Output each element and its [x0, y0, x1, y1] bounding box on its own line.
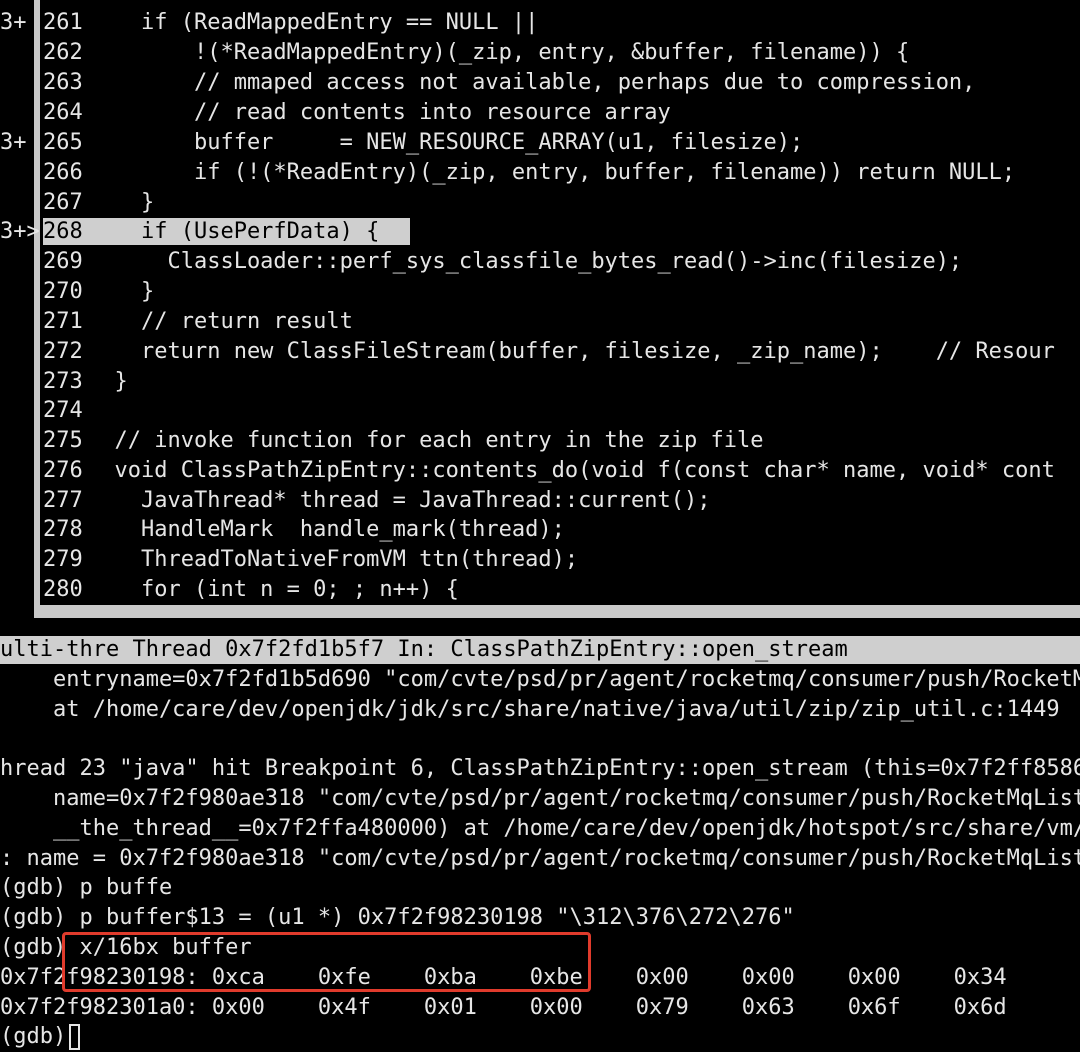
gutter-marker-current: 3+>	[0, 219, 40, 244]
line-number: 269	[43, 249, 83, 274]
console-line: at /home/care/dev/openjdk/jdk/src/share/…	[0, 697, 1060, 722]
line-number: 270	[43, 279, 83, 304]
line-number: 273	[43, 369, 83, 394]
line-number: 278	[43, 517, 83, 542]
line-number: 264	[43, 100, 83, 125]
line-number: 271	[43, 309, 83, 334]
gdb-prompt[interactable]: (gdb)	[0, 1022, 79, 1052]
source-window: 3+ 3+ 3+> 261 if (ReadMappedEntry == NUL…	[0, 0, 1080, 618]
line-number: 279	[43, 547, 83, 572]
source-line: // mmaped access not available, perhaps …	[88, 70, 976, 95]
line-number: 262	[43, 40, 83, 65]
source-window-inner-edge	[40, 0, 42, 605]
console-line: name=0x7f2f980ae318 "com/cvte/psd/pr/age…	[0, 786, 1080, 811]
source-line: ClassLoader::perf_sys_classfile_bytes_re…	[88, 249, 963, 274]
source-line: if (!(*ReadEntry)(_zip, entry, buffer, f…	[88, 160, 1016, 185]
source-line: }	[88, 279, 155, 304]
console-line: entryname=0x7f2fd1b5d690 "com/cvte/psd/p…	[0, 667, 1080, 692]
source-window-border-bottom	[34, 605, 1080, 618]
gutter-marker: 3+	[0, 10, 27, 35]
console-line: (gdb) p buffe	[0, 875, 173, 900]
source-line: if (ReadMappedEntry == NULL ||	[88, 10, 539, 35]
line-number: 275	[43, 428, 83, 453]
console-line: __the_thread__=0x7f2ffa480000) at /home/…	[0, 816, 1080, 841]
annotation-highlight-box	[62, 932, 591, 992]
line-number-current: 268	[43, 219, 83, 244]
source-line: JavaThread* thread = JavaThread::current…	[88, 488, 711, 513]
source-line: // read contents into resource array	[88, 100, 671, 125]
source-line: // invoke function for each entry in the…	[88, 428, 764, 453]
source-line: // return result	[88, 309, 353, 334]
console-line: (gdb) p buffer$13 = (u1 *) 0x7f2f9823019…	[0, 905, 795, 930]
memory-dump-line: 0x7f2f982301a0: 0x00 0x4f 0x01 0x00 0x79…	[0, 995, 1007, 1020]
console-line: hread 23 "java" hit Breakpoint 6, ClassP…	[0, 756, 1080, 781]
console-line: : name = 0x7f2f980ae318 "com/cvte/psd/pr…	[0, 846, 1080, 871]
source-line: }	[88, 369, 128, 394]
gutter-marker: 3+	[0, 130, 27, 155]
text-cursor	[69, 1024, 80, 1050]
line-number: 280	[43, 577, 83, 602]
source-line: }	[88, 190, 155, 215]
source-line: ThreadToNativeFromVM ttn(thread);	[88, 547, 579, 572]
line-number: 267	[43, 190, 83, 215]
line-number: 263	[43, 70, 83, 95]
line-number: 261	[43, 10, 83, 35]
line-number: 276	[43, 458, 83, 483]
source-line: buffer = NEW_RESOURCE_ARRAY(u1, filesize…	[88, 130, 804, 155]
line-number: 266	[43, 160, 83, 185]
source-line: for (int n = 0; ; n++) {	[88, 577, 459, 602]
source-line: !(*ReadMappedEntry)(_zip, entry, &buffer…	[88, 40, 910, 65]
breakpoint-gutter	[0, 0, 34, 618]
source-line: return new ClassFileStream(buffer, files…	[88, 339, 1055, 364]
source-line: void ClassPathZipEntry::contents_do(void…	[88, 458, 1055, 483]
line-number: 274	[43, 398, 83, 423]
source-line-current: if (UsePerfData) {	[88, 219, 380, 244]
source-line: HandleMark handle_mark(thread);	[88, 517, 565, 542]
line-number: 272	[43, 339, 83, 364]
status-bar-text: ulti-thre Thread 0x7f2fd1b5f7 In: ClassP…	[0, 637, 848, 662]
line-number: 265	[43, 130, 83, 155]
line-number: 277	[43, 488, 83, 513]
